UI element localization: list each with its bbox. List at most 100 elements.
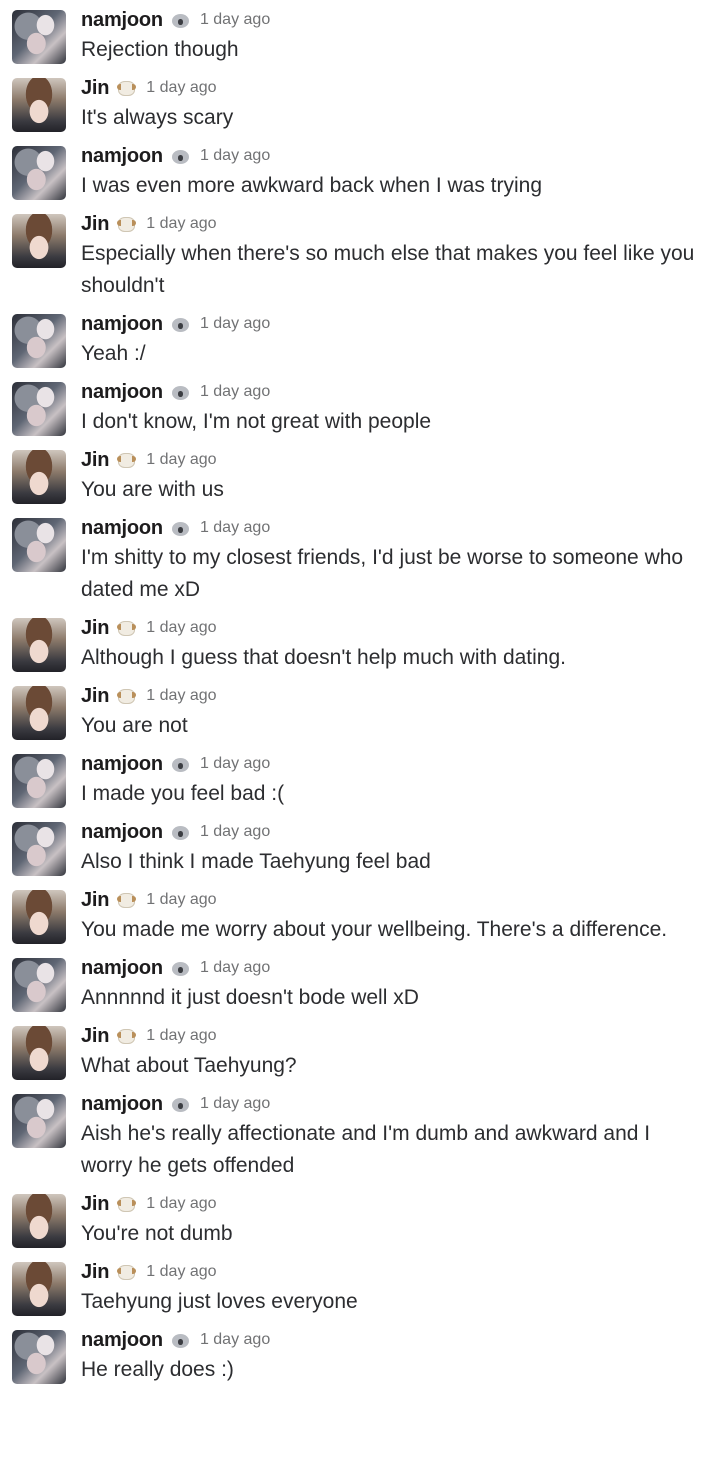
sender-name[interactable]: Jin	[81, 449, 109, 472]
sender-name[interactable]: namjoon	[81, 821, 163, 844]
message-body: namjoon 1 day ago Aish he's really affec…	[81, 1090, 709, 1182]
message-list: namjoon 1 day ago Rejection though Jin 1…	[0, 0, 709, 1386]
message-body: namjoon 1 day ago He really does :)	[81, 1326, 709, 1386]
sender-name[interactable]: Jin	[81, 889, 109, 912]
message-header: namjoon 1 day ago	[81, 1090, 709, 1118]
avatar-jin[interactable]	[12, 214, 66, 268]
timestamp[interactable]: 1 day ago	[146, 1263, 216, 1281]
avatar-jin[interactable]	[12, 1194, 66, 1248]
timestamp[interactable]: 1 day ago	[200, 1095, 270, 1113]
message-text: Also I think I made Taehyung feel bad	[81, 850, 431, 873]
message: Jin 1 day ago Especially when there's so…	[0, 210, 709, 302]
timestamp[interactable]: 1 day ago	[200, 383, 270, 401]
sender-name[interactable]: Jin	[81, 77, 109, 100]
timestamp[interactable]: 1 day ago	[200, 755, 270, 773]
sheep-icon	[117, 79, 137, 98]
sender-name[interactable]: namjoon	[81, 9, 163, 32]
timestamp[interactable]: 1 day ago	[200, 147, 270, 165]
avatar-jin[interactable]	[12, 890, 66, 944]
avatar-namjoon[interactable]	[12, 146, 66, 200]
sender-name[interactable]: namjoon	[81, 145, 163, 168]
message: namjoon 1 day ago Aish he's really affec…	[0, 1090, 709, 1182]
sheep-icon	[117, 619, 137, 638]
timestamp[interactable]: 1 day ago	[146, 79, 216, 97]
avatar-jin[interactable]	[12, 1262, 66, 1316]
timestamp[interactable]: 1 day ago	[200, 959, 270, 977]
message-body: Jin 1 day ago It's always scary	[81, 74, 709, 134]
message-header: namjoon 1 day ago	[81, 310, 709, 338]
sheep-icon	[117, 1263, 137, 1282]
sheep-icon	[117, 1027, 137, 1046]
message: namjoon 1 day ago I'm shitty to my close…	[0, 514, 709, 606]
timestamp[interactable]: 1 day ago	[146, 619, 216, 637]
message-text: Annnnnd it just doesn't bode well xD	[81, 986, 419, 1009]
message-text: Especially when there's so much else tha…	[81, 242, 695, 297]
sender-name[interactable]: Jin	[81, 213, 109, 236]
sheep-icon	[117, 891, 137, 910]
message: Jin 1 day ago What about Taehyung?	[0, 1022, 709, 1082]
timestamp[interactable]: 1 day ago	[146, 891, 216, 909]
message-body: Jin 1 day ago You're not dumb	[81, 1190, 709, 1250]
timestamp[interactable]: 1 day ago	[200, 11, 270, 29]
message: namjoon 1 day ago Annnnnd it just doesn'…	[0, 954, 709, 1014]
sender-name[interactable]: namjoon	[81, 1093, 163, 1116]
avatar-jin[interactable]	[12, 686, 66, 740]
timestamp[interactable]: 1 day ago	[200, 1331, 270, 1349]
message: namjoon 1 day ago Rejection though	[0, 6, 709, 66]
koala-icon	[171, 1095, 190, 1114]
message-text: I was even more awkward back when I was …	[81, 174, 543, 197]
message-body: namjoon 1 day ago Annnnnd it just doesn'…	[81, 954, 709, 1014]
avatar-namjoon[interactable]	[12, 382, 66, 436]
avatar-namjoon[interactable]	[12, 1330, 66, 1384]
avatar-namjoon[interactable]	[12, 1094, 66, 1148]
avatar-namjoon[interactable]	[12, 518, 66, 572]
message: Jin 1 day ago You are not	[0, 682, 709, 742]
timestamp[interactable]: 1 day ago	[200, 823, 270, 841]
message-body: namjoon 1 day ago Yeah :/	[81, 310, 709, 370]
timestamp[interactable]: 1 day ago	[146, 451, 216, 469]
sender-name[interactable]: namjoon	[81, 517, 163, 540]
avatar-jin[interactable]	[12, 78, 66, 132]
avatar-namjoon[interactable]	[12, 958, 66, 1012]
avatar-namjoon[interactable]	[12, 754, 66, 808]
message-header: Jin 1 day ago	[81, 682, 709, 710]
avatar-namjoon[interactable]	[12, 10, 66, 64]
sender-name[interactable]: namjoon	[81, 1329, 163, 1352]
timestamp[interactable]: 1 day ago	[146, 1195, 216, 1213]
avatar-namjoon[interactable]	[12, 314, 66, 368]
message-header: Jin 1 day ago	[81, 614, 709, 642]
avatar-jin[interactable]	[12, 450, 66, 504]
message-header: Jin 1 day ago	[81, 886, 709, 914]
message: Jin 1 day ago Taehyung just loves everyo…	[0, 1258, 709, 1318]
koala-icon	[171, 11, 190, 30]
message-header: Jin 1 day ago	[81, 1022, 709, 1050]
sender-name[interactable]: namjoon	[81, 313, 163, 336]
avatar-jin[interactable]	[12, 618, 66, 672]
message-body: Jin 1 day ago What about Taehyung?	[81, 1022, 709, 1082]
sender-name[interactable]: Jin	[81, 1025, 109, 1048]
message: Jin 1 day ago You're not dumb	[0, 1190, 709, 1250]
avatar-jin[interactable]	[12, 1026, 66, 1080]
message-body: Jin 1 day ago Especially when there's so…	[81, 210, 709, 302]
message-body: Jin 1 day ago Taehyung just loves everyo…	[81, 1258, 709, 1318]
timestamp[interactable]: 1 day ago	[200, 519, 270, 537]
timestamp[interactable]: 1 day ago	[146, 215, 216, 233]
sender-name[interactable]: Jin	[81, 1193, 109, 1216]
timestamp[interactable]: 1 day ago	[146, 687, 216, 705]
sender-name[interactable]: namjoon	[81, 957, 163, 980]
sender-name[interactable]: Jin	[81, 1261, 109, 1284]
sender-name[interactable]: namjoon	[81, 753, 163, 776]
avatar-namjoon[interactable]	[12, 822, 66, 876]
sender-name[interactable]: Jin	[81, 685, 109, 708]
timestamp[interactable]: 1 day ago	[200, 315, 270, 333]
koala-icon	[171, 315, 190, 334]
sender-name[interactable]: Jin	[81, 617, 109, 640]
message-text: He really does :)	[81, 1358, 234, 1381]
sender-name[interactable]: namjoon	[81, 381, 163, 404]
sheep-icon	[117, 687, 137, 706]
koala-icon	[171, 755, 190, 774]
timestamp[interactable]: 1 day ago	[146, 1027, 216, 1045]
message-body: namjoon 1 day ago I was even more awkwar…	[81, 142, 709, 202]
message-header: namjoon 1 day ago	[81, 1326, 709, 1354]
message-text: I made you feel bad :(	[81, 782, 285, 805]
